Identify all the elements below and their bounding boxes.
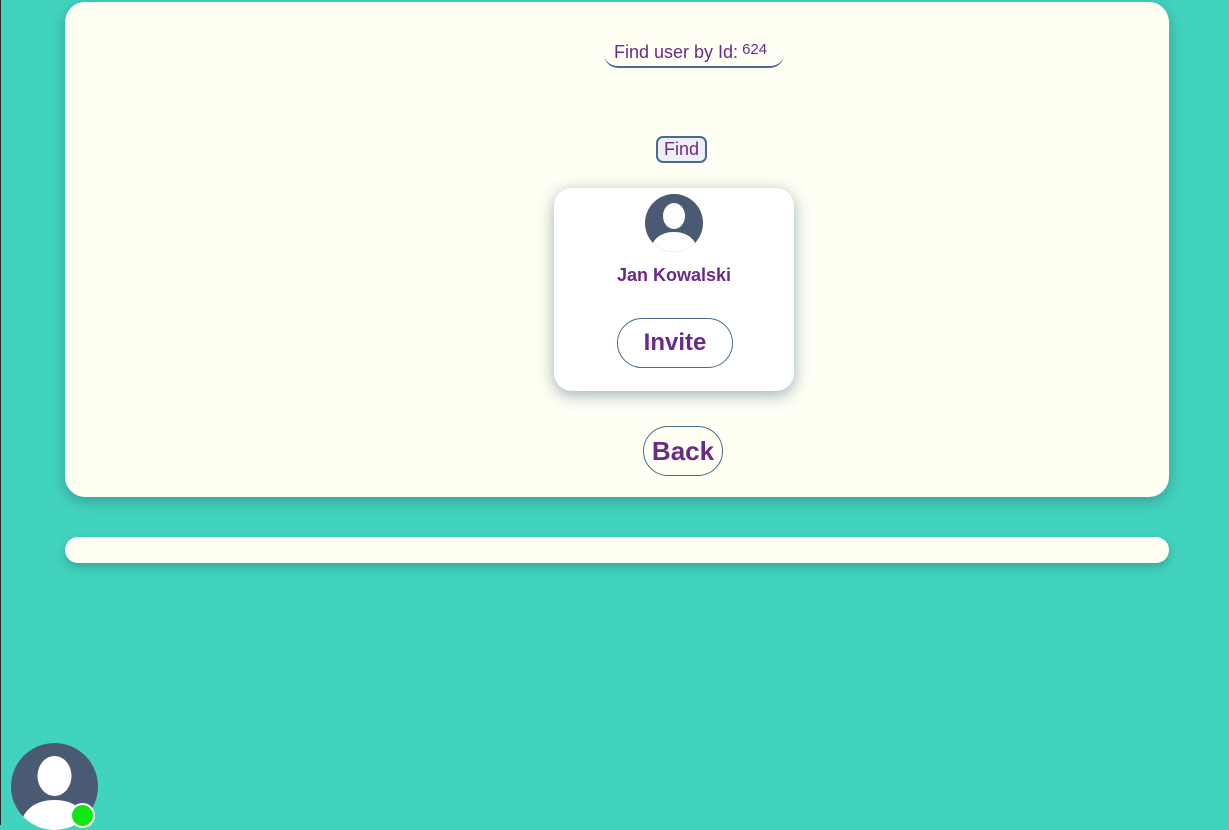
find-user-field: Find user by Id: — [604, 39, 784, 68]
window-edge — [0, 0, 1, 825]
secondary-panel-bar — [65, 537, 1169, 563]
online-status-indicator — [70, 803, 95, 828]
back-button[interactable]: Back — [643, 426, 723, 476]
find-user-label: Find user by Id: — [614, 42, 739, 62]
user-avatar-icon — [645, 194, 703, 252]
invite-button[interactable]: Invite — [617, 318, 733, 368]
find-button[interactable]: Find — [656, 136, 707, 163]
user-id-input[interactable] — [742, 41, 783, 58]
search-panel: Find user by Id: Find Jan Kowalski Invit… — [65, 2, 1169, 497]
user-result-card: Jan Kowalski Invite — [554, 188, 794, 391]
user-name: Jan Kowalski — [616, 265, 732, 285]
